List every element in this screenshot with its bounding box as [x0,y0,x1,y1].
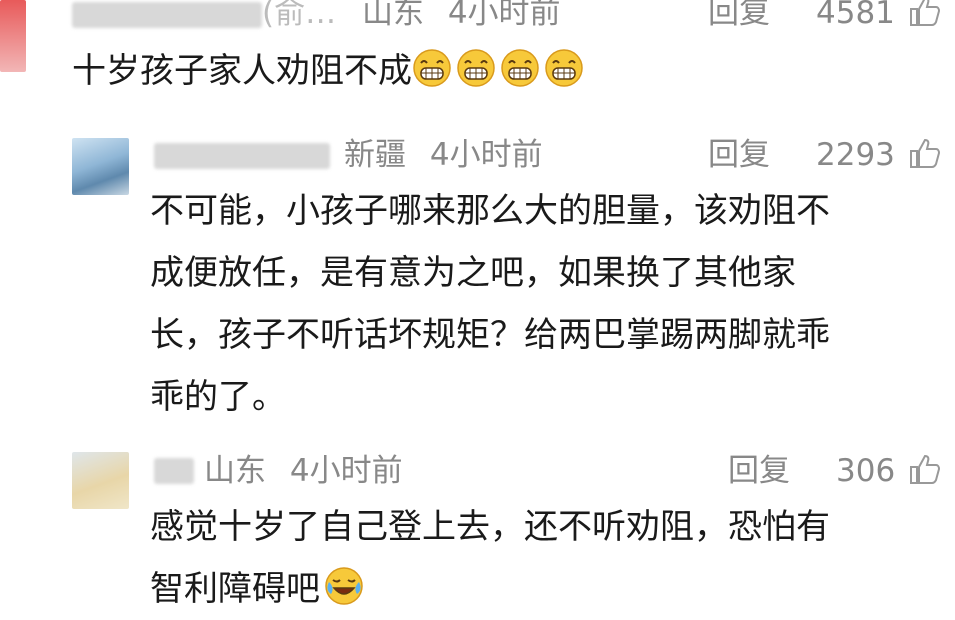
comment-line: 智利障碍吧 [150,558,830,620]
comment-meta: (俞… 山东 4小时前 [262,0,561,30]
grin-emoji-icon [413,49,451,87]
like-count: 306 [836,453,896,489]
comment-text: 感觉十岁了自己登上去，还不听劝阻，恐怕有 智利障碍吧 [150,496,830,620]
location: 山东 [361,0,424,31]
location: 山东 [204,453,266,489]
thumbs-up-icon[interactable] [908,452,942,486]
comment-meta: 山东 4小时前 [204,454,403,488]
grin-emoji-icon [545,49,583,87]
reply-button[interactable]: 回复 [708,138,770,172]
reply-button[interactable]: 回复 [728,454,790,488]
like-count: 4581 [816,0,895,31]
comment-line-text: 智利障碍吧 [150,569,320,609]
username-tail: (俞… [262,0,337,31]
comment-body: 十岁孩子家人劝阻不成 [72,51,412,91]
grin-emoji-icon [501,49,539,87]
reply-button[interactable]: 回复 [708,0,770,30]
username-blurred[interactable] [154,458,194,484]
username-blurred[interactable] [154,143,330,169]
comment-text: 十岁孩子家人劝阻不成 [72,40,588,102]
comment-text: 不可能，小孩子哪来那么大的胆量，该劝阻不 成便放任，是有意为之吧，如果换了其他家… [150,180,830,428]
like-count: 2293 [816,137,895,173]
comment-line: 感觉十岁了自己登上去，还不听劝阻，恐怕有 [150,507,830,547]
laugh-cry-emoji-icon [325,567,363,605]
comment-line: 不可能，小孩子哪来那么大的胆量，该劝阻不 [150,191,830,231]
username-blurred[interactable] [72,2,262,28]
thumbs-up-icon[interactable] [908,0,942,28]
location: 新疆 [344,137,406,173]
comment-line: 乖的了。 [150,377,286,417]
comment-line: 长，孩子不听话坏规矩？给两巴掌踢两脚就乖 [150,315,830,355]
comment-meta: 新疆 4小时前 [344,138,543,172]
avatar[interactable] [72,138,129,195]
timestamp: 4小时前 [429,137,543,173]
timestamp: 4小时前 [289,453,403,489]
avatar[interactable] [0,0,26,72]
grin-emoji-icon [457,49,495,87]
timestamp: 4小时前 [447,0,561,31]
avatar[interactable] [72,452,129,509]
thumbs-up-icon[interactable] [908,136,942,170]
comment-line: 成便放任，是有意为之吧，如果换了其他家 [150,253,796,293]
